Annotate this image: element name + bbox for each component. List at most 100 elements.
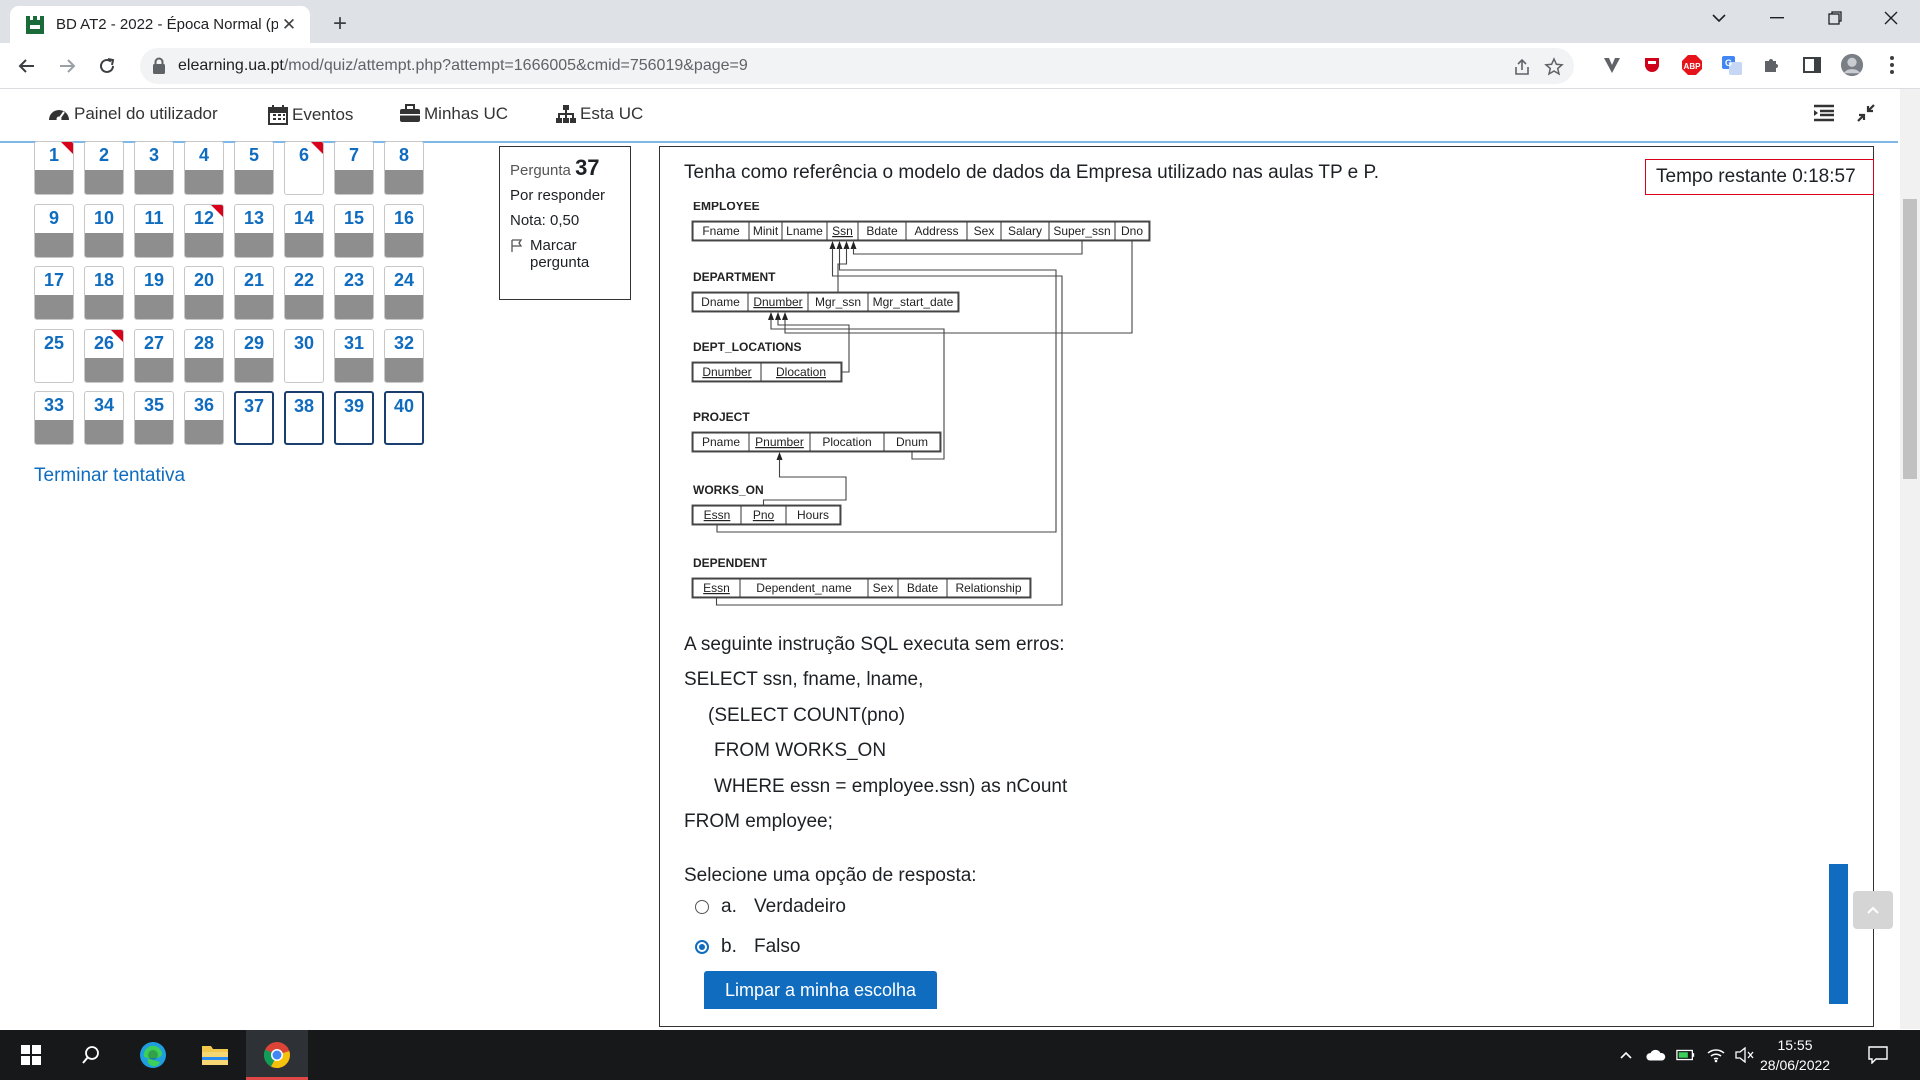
answer-option-a[interactable]: a. Verdadeiro bbox=[695, 896, 846, 918]
quiz-nav-question-36[interactable]: 36 bbox=[184, 391, 224, 445]
bookmark-star-icon[interactable] bbox=[1544, 57, 1564, 77]
taskbar-clock[interactable]: 15:55 28/06/2022 bbox=[1760, 1035, 1830, 1075]
quiz-nav-question-27[interactable]: 27 bbox=[134, 328, 174, 383]
quiz-nav-question-4[interactable]: 4 bbox=[184, 141, 224, 195]
quiz-nav-question-17[interactable]: 17 bbox=[34, 266, 74, 320]
taskbar-edge[interactable] bbox=[122, 1030, 184, 1080]
side-panel-icon[interactable] bbox=[1800, 53, 1824, 77]
arrow-up-icon bbox=[1867, 906, 1879, 914]
quiz-nav-question-22[interactable]: 22 bbox=[284, 266, 324, 320]
adblock-icon[interactable]: ABP bbox=[1680, 53, 1704, 77]
extensions-puzzle-icon[interactable] bbox=[1760, 53, 1784, 77]
collapse-fullscreen-icon[interactable] bbox=[1856, 103, 1879, 123]
quiz-nav-question-2[interactable]: 2 bbox=[84, 141, 124, 195]
answered-fill bbox=[135, 295, 173, 319]
browser-tab[interactable]: BD AT2 - 2022 - Época Normal (p ✕ bbox=[10, 6, 310, 43]
quiz-nav-question-34[interactable]: 34 bbox=[84, 391, 124, 445]
start-button[interactable] bbox=[0, 1030, 62, 1080]
nav-this-course[interactable]: Esta UC bbox=[555, 104, 643, 124]
flag-question-link[interactable]: Marcar pergunta bbox=[510, 237, 620, 271]
quiz-nav-number: 18 bbox=[93, 270, 115, 290]
onedrive-icon[interactable] bbox=[1646, 1045, 1666, 1065]
answer-option-b[interactable]: b. Falso bbox=[695, 936, 800, 958]
quiz-nav-question-9[interactable]: 9 bbox=[34, 203, 74, 258]
quiz-nav-question-21[interactable]: 21 bbox=[234, 266, 274, 320]
quiz-nav-number: 31 bbox=[343, 332, 365, 353]
quiz-nav-question-6[interactable]: 6 bbox=[284, 141, 324, 195]
quiz-nav-question-3[interactable]: 3 bbox=[134, 141, 174, 195]
quiz-nav-question-32[interactable]: 32 bbox=[384, 328, 424, 383]
er-attribute-name: Dnum bbox=[896, 435, 928, 449]
clear-choice-button[interactable]: Limpar a minha escolha bbox=[704, 971, 937, 1009]
quiz-nav-question-31[interactable]: 31 bbox=[334, 328, 374, 383]
reload-button[interactable] bbox=[90, 49, 124, 83]
quiz-nav-question-24[interactable]: 24 bbox=[384, 266, 424, 320]
quiz-nav-question-39[interactable]: 39 bbox=[334, 391, 374, 445]
quiz-nav-question-38[interactable]: 38 bbox=[284, 391, 324, 445]
translate-icon[interactable]: G bbox=[1720, 53, 1744, 77]
address-bar[interactable]: elearning.ua.pt/mod/quiz/attempt.php?att… bbox=[140, 48, 1574, 84]
quiz-nav-question-26[interactable]: 26 bbox=[84, 328, 124, 383]
taskbar-chrome[interactable] bbox=[246, 1030, 308, 1080]
quiz-nav-question-37[interactable]: 37 bbox=[234, 391, 274, 445]
share-icon[interactable] bbox=[1512, 57, 1532, 77]
battery-icon[interactable] bbox=[1676, 1045, 1696, 1065]
quiz-nav-question-12[interactable]: 12 bbox=[184, 203, 224, 258]
quiz-nav-question-35[interactable]: 35 bbox=[134, 391, 174, 445]
notifications-icon[interactable] bbox=[1868, 1045, 1888, 1065]
wifi-icon[interactable] bbox=[1706, 1045, 1726, 1065]
close-window-button[interactable] bbox=[1862, 0, 1920, 36]
forward-button[interactable] bbox=[50, 49, 84, 83]
new-tab-button[interactable]: + bbox=[326, 10, 354, 38]
quiz-nav-question-19[interactable]: 19 bbox=[134, 266, 174, 320]
minimize-button[interactable] bbox=[1748, 0, 1806, 36]
nav-dashboard[interactable]: Painel do utilizador bbox=[47, 104, 218, 124]
finish-attempt-link[interactable]: Terminar tentativa bbox=[34, 465, 185, 487]
back-to-top-button[interactable] bbox=[1853, 891, 1893, 929]
er-attribute-name: Sex bbox=[873, 581, 894, 595]
tray-chevron-icon[interactable] bbox=[1616, 1045, 1636, 1065]
quiz-nav-question-8[interactable]: 8 bbox=[384, 141, 424, 195]
quiz-nav-question-25[interactable]: 25 bbox=[34, 328, 74, 383]
quiz-nav-number: 3 bbox=[148, 145, 159, 165]
quiz-nav-number: 16 bbox=[393, 207, 415, 228]
quiz-nav-question-29[interactable]: 29 bbox=[234, 328, 274, 383]
quiz-nav-question-16[interactable]: 16 bbox=[384, 203, 424, 258]
taskbar-file-explorer[interactable] bbox=[184, 1030, 246, 1080]
tab-search-icon[interactable] bbox=[1690, 0, 1748, 36]
extension-shield-icon[interactable] bbox=[1640, 53, 1664, 77]
quiz-nav-question-10[interactable]: 10 bbox=[84, 203, 124, 258]
page-scrollbar[interactable] bbox=[1900, 89, 1920, 1029]
quiz-nav-question-33[interactable]: 33 bbox=[34, 391, 74, 445]
quiz-nav-question-18[interactable]: 18 bbox=[84, 266, 124, 320]
quiz-nav-question-23[interactable]: 23 bbox=[334, 266, 374, 320]
quiz-nav-question-1[interactable]: 1 bbox=[34, 141, 74, 195]
nav-events[interactable]: Eventos bbox=[267, 104, 353, 126]
profile-avatar-icon[interactable] bbox=[1840, 53, 1864, 77]
search-button[interactable] bbox=[60, 1030, 122, 1080]
drawer-toggle-icon[interactable] bbox=[1812, 103, 1839, 123]
quiz-nav-question-28[interactable]: 28 bbox=[184, 328, 224, 383]
quiz-nav-question-40[interactable]: 40 bbox=[384, 391, 424, 445]
quiz-nav-question-30[interactable]: 30 bbox=[284, 328, 324, 383]
nav-my-courses[interactable]: Minhas UC bbox=[399, 104, 508, 124]
scrollbar-thumb[interactable] bbox=[1903, 199, 1917, 479]
close-tab-icon[interactable]: ✕ bbox=[278, 14, 300, 36]
quiz-nav-question-20[interactable]: 20 bbox=[184, 266, 224, 320]
extension-v-icon[interactable] bbox=[1600, 53, 1624, 77]
quiz-nav-question-14[interactable]: 14 bbox=[284, 203, 324, 258]
er-attribute-name: Mgr_ssn bbox=[815, 295, 861, 309]
quiz-nav-question-15[interactable]: 15 bbox=[334, 203, 374, 258]
quiz-nav-question-13[interactable]: 13 bbox=[234, 203, 274, 258]
quiz-nav-question-5[interactable]: 5 bbox=[234, 141, 274, 195]
back-button[interactable] bbox=[10, 49, 44, 83]
quiz-nav-question-11[interactable]: 11 bbox=[134, 203, 174, 258]
quiz-nav-question-7[interactable]: 7 bbox=[334, 141, 374, 195]
radio-option-a[interactable] bbox=[695, 900, 709, 914]
volume-muted-icon[interactable] bbox=[1734, 1045, 1754, 1065]
restore-button[interactable] bbox=[1806, 0, 1864, 36]
question-info-panel: Pergunta 37 Por responder Nota: 0,50 Mar… bbox=[499, 146, 631, 300]
quiz-nav-number: 27 bbox=[143, 332, 165, 353]
browser-menu-icon[interactable] bbox=[1880, 53, 1904, 77]
radio-option-b[interactable] bbox=[695, 940, 709, 954]
